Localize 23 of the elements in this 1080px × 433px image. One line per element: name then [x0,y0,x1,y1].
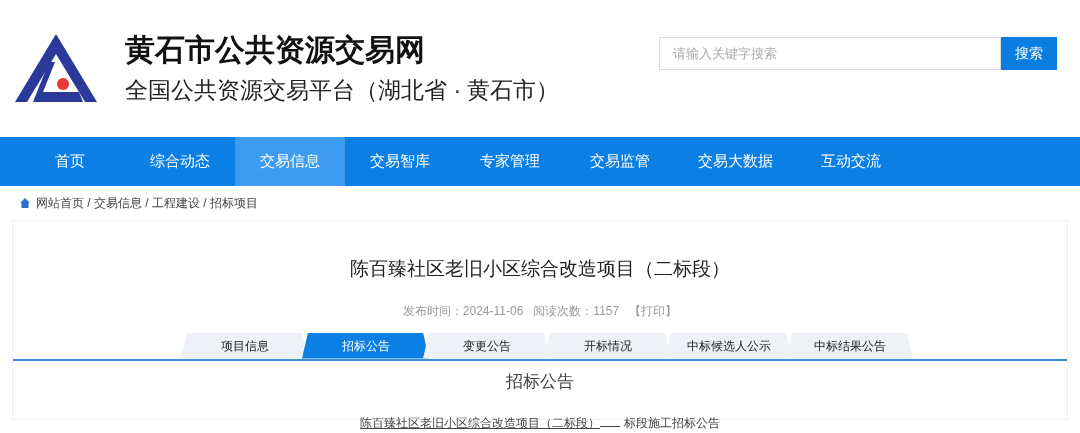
home-icon [20,198,30,208]
nav-item[interactable]: 交易信息 [235,137,345,186]
nav-item[interactable]: 互动交流 [796,137,906,186]
logo-icon [15,33,97,104]
tab[interactable]: 中标结果公告 [786,332,913,359]
search-button[interactable]: 搜索 [1001,37,1057,70]
notice-heading: 招标公告 [506,370,574,393]
site-title: 黄石市公共资源交易网 [125,35,426,65]
nav-item[interactable]: 首页 [15,137,125,186]
article-title: 陈百臻社区老旧小区综合改造项目（二标段） [350,257,730,281]
read-count: 阅读次数：1157 [533,302,620,320]
breadcrumb: 网站首页 / 交易信息 / 工程建设 / 招标项目 [36,195,258,212]
nav-item[interactable]: 专家管理 [455,137,565,186]
nav-item[interactable]: 交易大数据 [675,137,796,186]
notice-suffix: 标段施工招标公告 [624,415,720,432]
search-field[interactable]: 请输入关键字搜索 [659,37,1001,70]
project-name-line: 陈百臻社区老旧小区综合改造项目（二标段） [360,414,620,432]
nav-item[interactable]: 交易智库 [345,137,455,186]
site-subtitle: 全国公共资源交易平台（湖北省 · 黄石市） [125,79,560,102]
print-link[interactable]: 【打印】 [629,301,678,320]
publish-time: 发布时间：2024-11-06 [402,302,524,320]
nav-item[interactable]: 交易监管 [565,137,675,186]
nav-item[interactable]: 综合动态 [125,137,235,186]
